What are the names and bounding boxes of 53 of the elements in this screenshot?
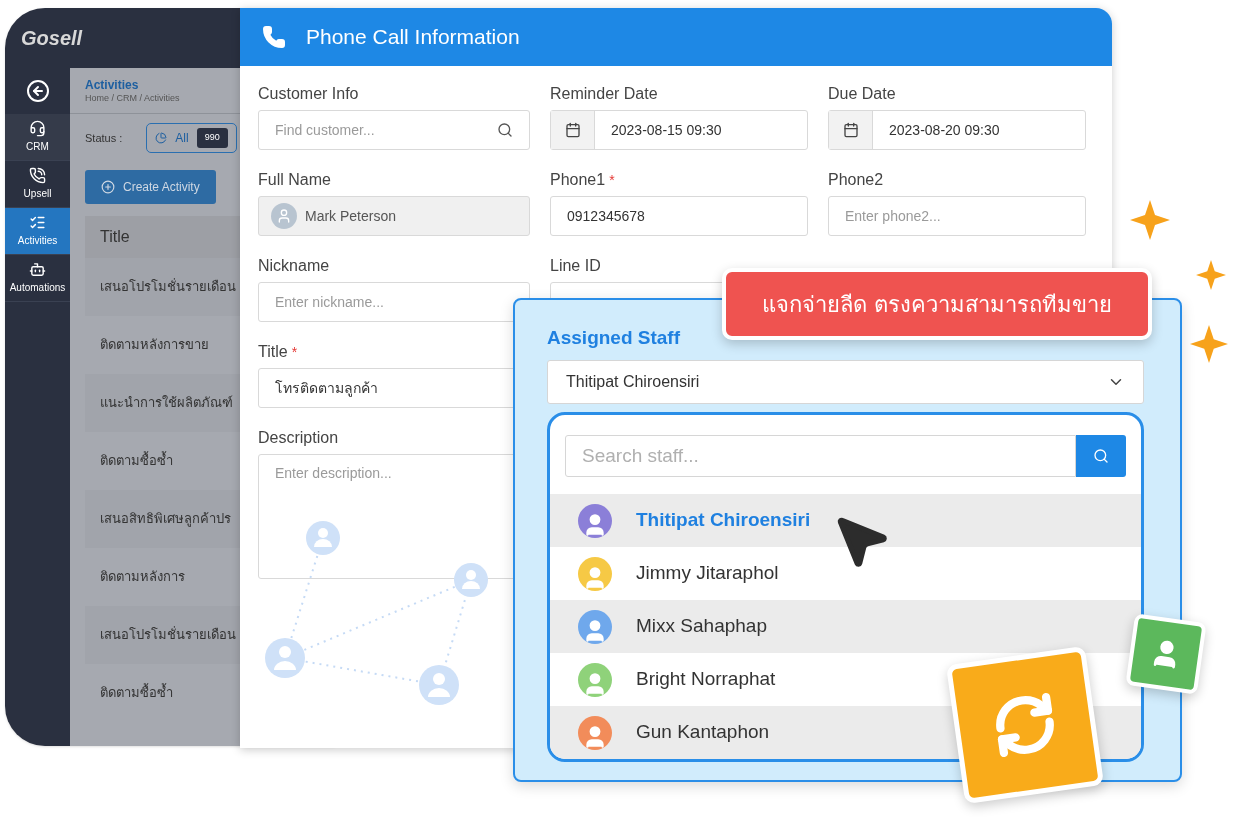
search-icon	[497, 122, 513, 138]
sidebar-label: Upsell	[23, 187, 52, 201]
field-label: Reminder Date	[550, 84, 658, 104]
date-field[interactable]: 2023-08-15 09:30	[550, 110, 808, 150]
sidebar-label: Activities	[17, 234, 58, 248]
phone-ringing-icon	[29, 167, 46, 184]
filter-label: All	[175, 130, 189, 147]
field-label: Phone1	[550, 170, 606, 190]
field-label: Phone2	[828, 170, 884, 190]
field-label: Full Name	[258, 170, 331, 190]
staff-name: Thitipat Chiroensiri	[636, 508, 811, 533]
field-label: Nickname	[258, 256, 330, 276]
staff-name: Jimmy Jitaraphol	[636, 561, 779, 586]
sparkle-icon	[1190, 325, 1228, 363]
plus-icon	[101, 180, 115, 194]
selected-staff: Thitipat Chiroensiri	[566, 372, 700, 392]
checklist-icon	[29, 214, 46, 231]
status-label: Status :	[85, 130, 123, 146]
dialog-title: Phone Call Information	[306, 24, 520, 51]
field-label: Title	[258, 342, 288, 362]
count-badge: 990	[196, 128, 228, 148]
required-mark: *	[291, 342, 298, 362]
robot-icon	[29, 261, 46, 278]
staff-select[interactable]: Thitipat Chiroensiri	[547, 360, 1144, 404]
sparkle-icon	[1130, 200, 1170, 240]
panel-title: Assigned Staff	[547, 326, 682, 350]
back-icon[interactable]	[25, 79, 50, 103]
sidebar-item[interactable]: Activities	[5, 208, 70, 255]
sparkle-icon	[1196, 260, 1226, 290]
staff-name: Gun Kantaphon	[636, 720, 770, 745]
lead-distribution-toast: แจกจ่ายลีด ตรงความสามารถทีมขาย	[722, 268, 1152, 340]
status-filter[interactable]: All 990	[146, 123, 237, 153]
sidebar-label: Automations	[9, 281, 66, 295]
text-field[interactable]: 0912345678	[550, 196, 808, 236]
avatar-icon	[271, 203, 297, 229]
field-label: Line ID	[550, 256, 601, 276]
staff-name: Mixx Sahaphap	[636, 614, 767, 639]
field-label: Due Date	[828, 84, 896, 104]
staff-item[interactable]: Mixx Sahaphap	[550, 600, 1141, 653]
field-label: Customer Info	[258, 84, 359, 104]
date-field[interactable]: 2023-08-20 09:30	[828, 110, 1086, 150]
calendar-icon	[842, 122, 859, 138]
staff-name: Bright Norraphat	[636, 667, 776, 692]
headset-icon	[29, 120, 46, 137]
create-activity-button[interactable]: Create Activity	[85, 170, 216, 204]
search-icon	[1093, 448, 1109, 464]
pie-chart-icon	[155, 132, 168, 144]
phone-icon	[262, 25, 286, 49]
sidebar-label: CRM	[26, 140, 49, 154]
required-mark: *	[609, 170, 615, 190]
sidebar-item[interactable]: CRM	[5, 114, 70, 161]
calendar-icon	[564, 122, 581, 138]
logo: Gosell	[21, 26, 83, 51]
